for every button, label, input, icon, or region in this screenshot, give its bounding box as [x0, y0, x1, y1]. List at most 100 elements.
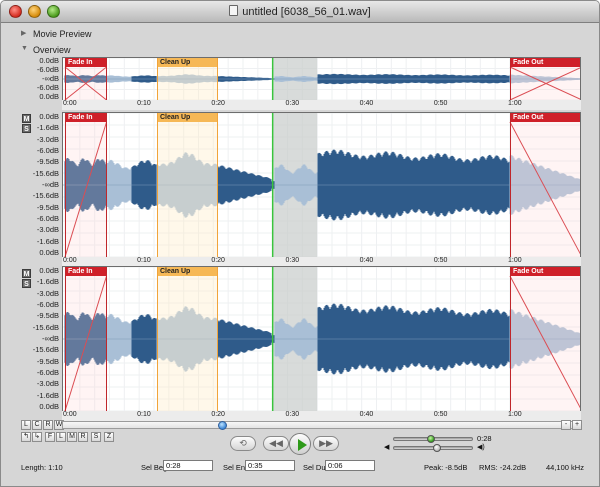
time-tick-label: 0:50 [433, 100, 448, 107]
title-bar[interactable]: untitled [6038_56_01.wav] [1, 1, 599, 23]
tool-r-button[interactable]: R [78, 432, 88, 442]
tool-l-button[interactable]: L [56, 432, 66, 442]
region-label-clean-up[interactable]: Clean Up [157, 113, 217, 122]
time-tick-label: 0:40 [359, 100, 374, 107]
region-clean-up[interactable]: Clean Up [156, 113, 218, 257]
db-tick-label: -1.6dB [36, 390, 59, 400]
mute-button-2[interactable]: M [22, 269, 31, 278]
db-tick-label: -1.6dB [36, 123, 59, 133]
volume-slider-knob[interactable] [432, 444, 441, 452]
horizontal-scrollbar[interactable] [62, 421, 581, 430]
ch1-canvas [63, 113, 580, 257]
movie-preview-disclosure-icon[interactable]: ▶ [21, 29, 26, 37]
fade-in-tool-icon[interactable]: ↰ [21, 432, 31, 442]
time-tick-label: 0:00 [63, 257, 77, 264]
length-label: Length: 1:10 [21, 463, 63, 472]
db-tick-label: -6.0dB [36, 83, 59, 92]
time-tick-label: 1:00 [508, 411, 522, 418]
movie-preview-label[interactable]: Movie Preview [33, 29, 92, 39]
time-tick-label: 0:10 [137, 411, 151, 418]
region-fade-out[interactable]: Fade Out [510, 113, 580, 257]
region-label-clean-up[interactable]: Clean Up [157, 267, 217, 276]
time-tick-label: 1:00 [508, 100, 522, 107]
channel-1-waveform[interactable]: Fade In Clean Up Fade Out [62, 112, 581, 258]
fast-forward-button[interactable]: ▶▶ [313, 436, 339, 451]
db-tick-label: -∞dB [41, 334, 59, 343]
document-icon [229, 5, 239, 16]
ch2-canvas [63, 267, 580, 411]
channel-2-timeline[interactable]: 0:00 0:10 0:20 0:30 0:40 0:50 1:00 [62, 411, 581, 421]
db-tick-label: 0.0dB [39, 56, 59, 65]
region-label-fade-out[interactable]: Fade Out [511, 113, 580, 122]
sel-dur-field[interactable]: 0:06 [325, 460, 375, 471]
db-tick-label: 0.0dB [39, 402, 59, 411]
channel-right-button[interactable]: R [43, 420, 53, 430]
solo-button-2[interactable]: S [22, 279, 31, 288]
db-tick-label: -6.0dB [36, 300, 59, 309]
solo-button-1[interactable]: S [22, 124, 31, 133]
region-fade-out[interactable]: Fade Out [510, 58, 580, 100]
fade-out-tool-icon[interactable]: ↳ [32, 432, 42, 442]
time-tick-label: 0:30 [285, 411, 300, 418]
overview-db-axis: 0.0dB -6.0dB -∞dB -6.0dB 0.0dB [35, 57, 61, 101]
region-fade-in[interactable]: Fade In [65, 113, 107, 257]
loop-icon: ⟲ [239, 438, 247, 448]
tool-f-button[interactable]: F [45, 432, 55, 442]
rewind-button[interactable]: ◀◀ [263, 436, 289, 451]
db-tick-label: -6.0dB [36, 65, 59, 74]
region-label-fade-out[interactable]: Fade Out [511, 58, 580, 67]
rewind-icon: ◀◀ [269, 438, 283, 448]
region-fade-out[interactable]: Fade Out [510, 267, 580, 411]
time-tick-label: 0:20 [211, 411, 225, 418]
overview-waveform[interactable]: Fade In Clean Up Fade Out [62, 57, 581, 101]
zoom-in-button[interactable]: + [572, 420, 582, 430]
db-tick-label: -3.0dB [36, 225, 59, 235]
time-tick-label: 0:20 [211, 100, 225, 107]
db-tick-label: -15.6dB [32, 322, 59, 332]
region-label-fade-out[interactable]: Fade Out [511, 267, 580, 276]
db-tick-label: -1.6dB [36, 277, 59, 287]
db-tick-label: -15.6dB [32, 345, 59, 355]
channel-2-waveform[interactable]: Fade In Clean Up Fade Out [62, 266, 581, 412]
sel-end-field[interactable]: 0:35 [245, 460, 295, 471]
db-tick-label: -3.0dB [36, 288, 59, 298]
overview-label[interactable]: Overview [33, 45, 71, 55]
db-tick-label: -9.5dB [36, 311, 59, 321]
audio-editor-window: untitled [6038_56_01.wav] ▶ Movie Previe… [0, 0, 600, 487]
tool-m-button[interactable]: M [67, 432, 77, 442]
scrollbar-thumb[interactable] [218, 421, 227, 430]
loop-button[interactable]: ⟲ [230, 436, 256, 451]
time-tick-label: 0:00 [63, 411, 77, 418]
channel-2-db-axis: 0.0dB -1.6dB -3.0dB -6.0dB -9.5dB -15.6dB -∞dB… [32, 267, 61, 411]
mute-button-1[interactable]: M [22, 114, 31, 123]
tool-z-button[interactable]: Z [104, 432, 114, 442]
channel-center-button[interactable]: C [32, 420, 42, 430]
region-fade-in[interactable]: Fade In [65, 58, 107, 100]
position-slider-knob[interactable] [426, 435, 435, 443]
overview-timeline[interactable]: 0:00 0:10 0:20 0:30 0:40 0:50 1:00 [62, 100, 581, 110]
db-tick-label: -9.5dB [36, 356, 59, 366]
channel-1-db-axis: 0.0dB -1.6dB -3.0dB -6.0dB -9.5dB -15.6dB -∞dB… [32, 113, 61, 257]
db-tick-label: -1.6dB [36, 236, 59, 246]
volume-high-icon: ◀) [477, 444, 485, 451]
region-clean-up[interactable]: Clean Up [156, 58, 218, 100]
region-label-clean-up[interactable]: Clean Up [157, 58, 217, 67]
rms-readout: RMS: -24.2dB [479, 463, 527, 472]
time-tick-label: 0:00 [63, 100, 77, 107]
region-label-fade-in[interactable]: Fade In [66, 113, 106, 122]
window-title-text: untitled [6038_56_01.wav] [242, 6, 371, 18]
sel-beg-field[interactable]: 0:28 [163, 460, 213, 471]
db-tick-label: -15.6dB [32, 168, 59, 178]
tool-s-button[interactable]: S [91, 432, 101, 442]
region-label-fade-in[interactable]: Fade In [66, 58, 106, 67]
region-clean-up[interactable]: Clean Up [156, 267, 218, 411]
time-tick-label: 0:20 [211, 257, 225, 264]
play-button[interactable] [289, 433, 311, 455]
region-fade-in[interactable]: Fade In [65, 267, 107, 411]
time-tick-label: 0:10 [137, 100, 151, 107]
zoom-out-button[interactable]: - [561, 420, 571, 430]
channel-left-button[interactable]: L [21, 420, 31, 430]
region-label-fade-in[interactable]: Fade In [66, 267, 106, 276]
overview-disclosure-icon[interactable]: ▼ [21, 45, 28, 52]
db-tick-label: -∞dB [41, 74, 59, 83]
